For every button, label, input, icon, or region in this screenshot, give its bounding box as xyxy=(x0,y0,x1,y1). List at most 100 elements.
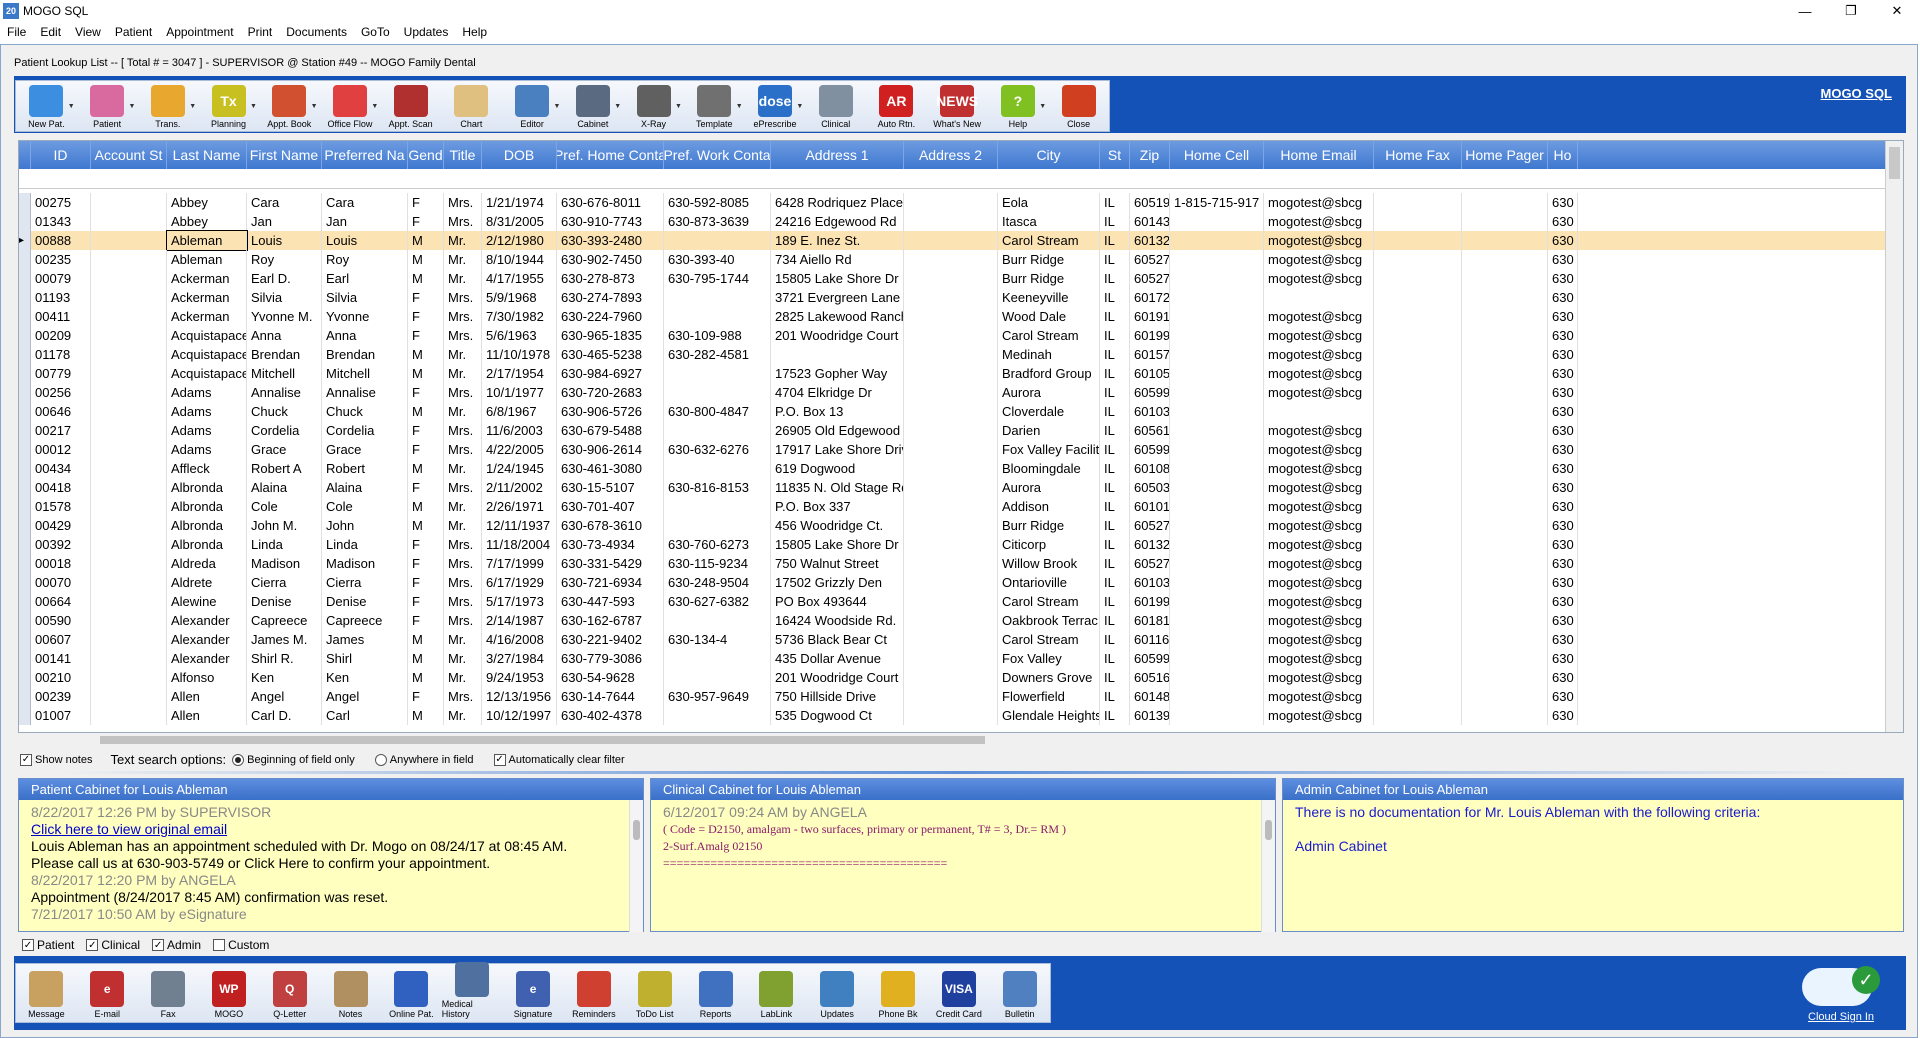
table-cell[interactable]: 4704 Elkridge Dr xyxy=(771,383,904,402)
table-cell[interactable]: 60516 xyxy=(1130,668,1170,687)
table-cell[interactable] xyxy=(1462,326,1548,345)
table-cell[interactable]: F xyxy=(408,573,444,592)
table-cell[interactable]: 630 xyxy=(1548,478,1578,497)
column-header[interactable]: Gend xyxy=(408,141,444,169)
table-cell[interactable]: Itasca xyxy=(998,212,1100,231)
vertical-scrollbar[interactable] xyxy=(1885,141,1903,732)
scroll-thumb[interactable] xyxy=(1889,147,1900,179)
chevron-down-icon[interactable]: ▼ xyxy=(736,103,743,110)
table-cell[interactable]: F xyxy=(408,440,444,459)
table-cell[interactable] xyxy=(1374,535,1462,554)
table-cell[interactable]: mogotest@sbcg xyxy=(1264,326,1374,345)
table-row[interactable]: 00235 Ableman Roy Roy M Mr. 8/10/1944 630-902-7… xyxy=(19,250,1885,269)
table-cell[interactable] xyxy=(1170,307,1264,326)
table-cell[interactable]: 630 xyxy=(1548,554,1578,573)
table-cell[interactable]: Mr. xyxy=(444,630,482,649)
minimize-icon[interactable]: — xyxy=(1782,0,1828,22)
editor-button[interactable]: Editor ▼ xyxy=(502,79,563,131)
table-cell[interactable]: 00411 xyxy=(31,307,91,326)
trans-button[interactable]: Trans. ▼ xyxy=(137,79,198,131)
table-cell[interactable] xyxy=(91,573,167,592)
table-cell[interactable] xyxy=(1462,668,1548,687)
table-cell[interactable] xyxy=(904,497,998,516)
table-cell[interactable]: Abbey xyxy=(167,193,247,212)
table-cell[interactable] xyxy=(91,554,167,573)
table-cell[interactable]: Capreece xyxy=(322,611,408,630)
table-cell[interactable] xyxy=(664,497,771,516)
table-cell[interactable]: 630-627-6382 xyxy=(664,592,771,611)
table-cell[interactable]: 3/27/1984 xyxy=(482,649,557,668)
view-email-link[interactable]: Click here to view original email xyxy=(31,821,631,838)
table-cell[interactable]: 60181 xyxy=(1130,611,1170,630)
table-cell[interactable]: F xyxy=(408,212,444,231)
table-cell[interactable]: 630-795-1744 xyxy=(664,269,771,288)
menu-item-updates[interactable]: Updates xyxy=(397,25,456,39)
table-cell[interactable]: Alewine xyxy=(167,592,247,611)
planning-button[interactable]: Tx Planning ▼ xyxy=(198,79,259,131)
menu-item-file[interactable]: File xyxy=(0,25,33,39)
table-cell[interactable]: 630-720-2683 xyxy=(557,383,664,402)
what-s-new-button[interactable]: NEWS What's New xyxy=(927,79,988,131)
table-cell[interactable] xyxy=(904,402,998,421)
table-cell[interactable] xyxy=(1170,269,1264,288)
table-row[interactable]: ▸ 00888 Ableman Louis Louis M Mr. 2/12/1980 630-… xyxy=(19,230,1885,251)
table-cell[interactable]: 630 xyxy=(1548,326,1578,345)
table-cell[interactable] xyxy=(904,212,998,231)
table-cell[interactable] xyxy=(664,459,771,478)
chevron-down-icon[interactable]: ▼ xyxy=(796,103,803,110)
column-header[interactable]: City xyxy=(998,141,1100,169)
table-cell[interactable]: Denise xyxy=(322,592,408,611)
table-cell[interactable]: IL xyxy=(1100,288,1130,307)
table-cell[interactable] xyxy=(1462,497,1548,516)
table-cell[interactable] xyxy=(91,402,167,421)
table-cell[interactable]: Chuck xyxy=(247,402,322,421)
table-cell[interactable]: Addison xyxy=(998,497,1100,516)
chevron-down-icon[interactable]: ▼ xyxy=(554,103,561,110)
chevron-down-icon[interactable]: ▼ xyxy=(675,103,682,110)
table-cell[interactable]: Alexander xyxy=(167,630,247,649)
table-cell[interactable]: 630 xyxy=(1548,592,1578,611)
table-cell[interactable] xyxy=(1462,478,1548,497)
column-header[interactable]: Home Email xyxy=(1264,141,1374,169)
table-cell[interactable] xyxy=(904,706,998,725)
table-cell[interactable]: 00392 xyxy=(31,535,91,554)
table-cell[interactable]: Mr. xyxy=(444,706,482,725)
table-cell[interactable]: 7/17/1999 xyxy=(482,554,557,573)
row-indicator[interactable] xyxy=(19,307,31,326)
table-cell[interactable] xyxy=(904,193,998,212)
table-cell[interactable]: Cierra xyxy=(322,573,408,592)
table-cell[interactable]: 630-115-9234 xyxy=(664,554,771,573)
table-cell[interactable]: IL xyxy=(1100,402,1130,421)
table-cell[interactable]: IL xyxy=(1100,212,1130,231)
table-cell[interactable]: mogotest@sbcg xyxy=(1264,459,1374,478)
table-cell[interactable]: IL xyxy=(1100,516,1130,535)
table-cell[interactable] xyxy=(1462,307,1548,326)
table-cell[interactable]: John xyxy=(322,516,408,535)
table-cell[interactable]: 60191 xyxy=(1130,307,1170,326)
table-row[interactable]: 00256 Adams Annalise Annalise F Mrs. 10/1/1977… xyxy=(19,383,1885,402)
table-cell[interactable]: 17917 Lake Shore Driv xyxy=(771,440,904,459)
table-row[interactable]: 00239 Allen Angel Angel F Mrs. 12/13/1956 630-1… xyxy=(19,687,1885,706)
table-cell[interactable]: Cloverdale xyxy=(998,402,1100,421)
table-cell[interactable]: Acquistapace xyxy=(167,326,247,345)
table-cell[interactable]: mogotest@sbcg xyxy=(1264,421,1374,440)
beginning-of-field-radio[interactable] xyxy=(232,753,245,766)
table-cell[interactable] xyxy=(1462,554,1548,573)
column-header[interactable]: St xyxy=(1100,141,1130,169)
table-cell[interactable] xyxy=(91,193,167,212)
updates-button[interactable]: Updates xyxy=(807,962,868,1022)
table-cell[interactable]: 630-15-5107 xyxy=(557,478,664,497)
column-header[interactable]: ID xyxy=(31,141,91,169)
table-cell[interactable]: 00888 xyxy=(31,231,91,250)
table-cell[interactable]: James M. xyxy=(247,630,322,649)
table-cell[interactable] xyxy=(664,231,771,250)
table-cell[interactable]: mogotest@sbcg xyxy=(1264,668,1374,687)
grid-filter-row[interactable] xyxy=(19,169,1885,189)
table-cell[interactable]: mogotest@sbcg xyxy=(1264,554,1374,573)
table-cell[interactable]: Mrs. xyxy=(444,611,482,630)
table-cell[interactable]: Allen xyxy=(167,687,247,706)
notes-button[interactable]: Notes xyxy=(320,962,381,1022)
table-cell[interactable]: 60561 xyxy=(1130,421,1170,440)
table-cell[interactable]: 630-873-3639 xyxy=(664,212,771,231)
table-cell[interactable]: M xyxy=(408,250,444,269)
